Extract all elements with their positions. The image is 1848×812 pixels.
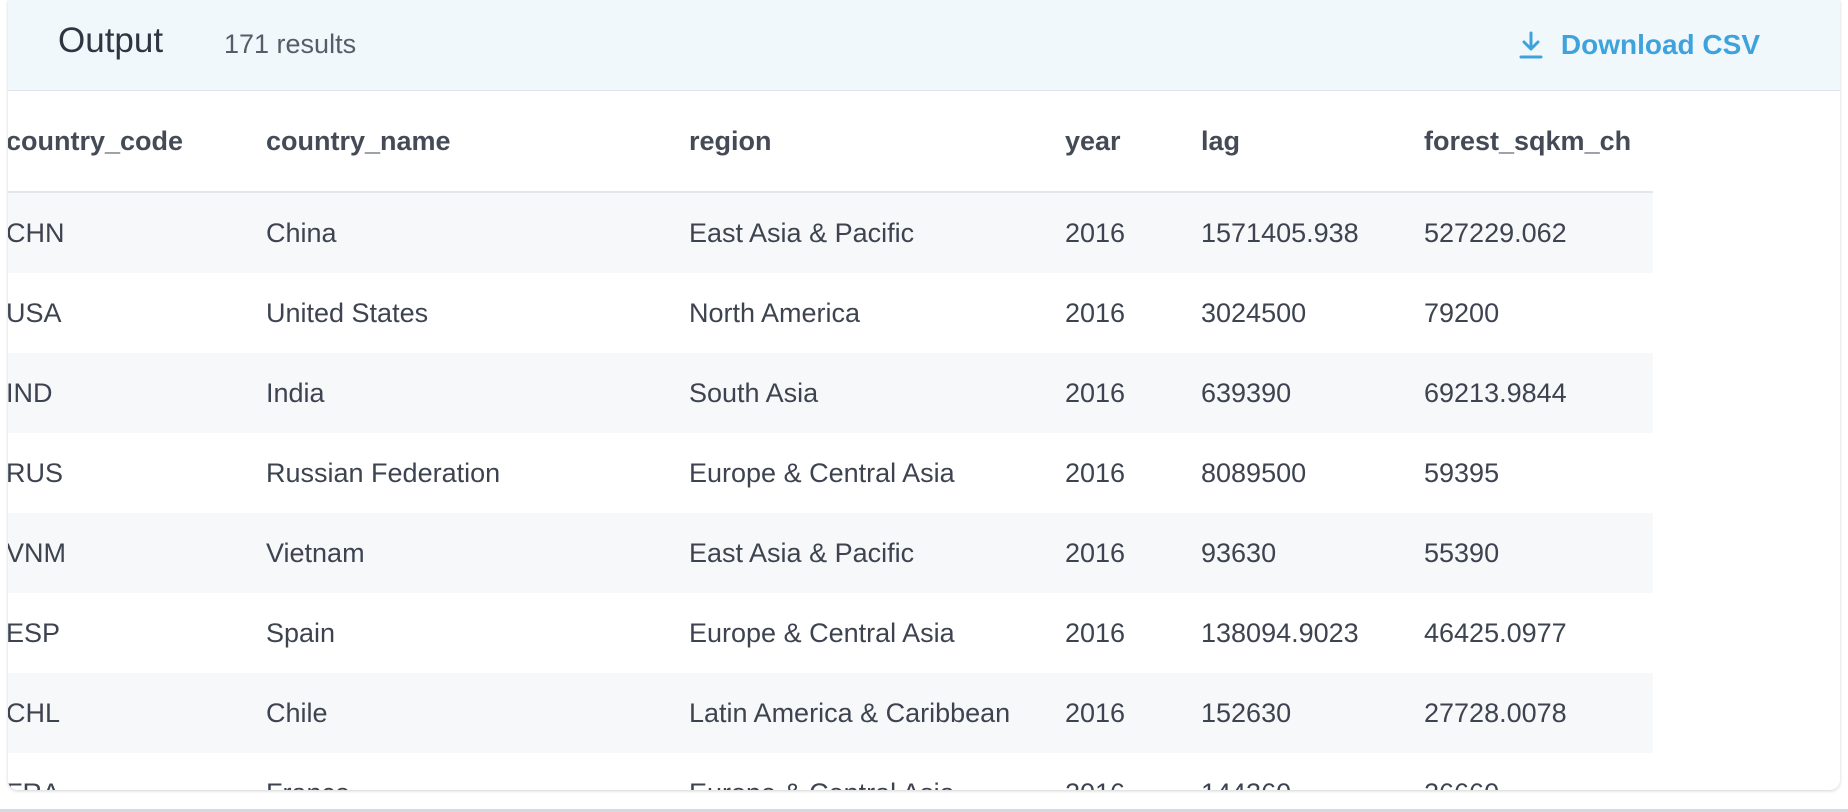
table-row: RUS Russian Federation Europe & Central … xyxy=(8,433,1653,513)
cell-forest-sqkm-change: 527229.062 xyxy=(1424,217,1567,248)
cell-forest-sqkm-change: 27728.0078 xyxy=(1424,697,1567,728)
cell-year: 2016 xyxy=(1065,457,1126,488)
cell-forest-sqkm-change: 46425.0977 xyxy=(1424,617,1567,648)
output-panel: Output 171 results Download CSV country_… xyxy=(8,0,1840,790)
results-table: country_code country_name region year la… xyxy=(8,91,1653,790)
table-row: ESP Spain Europe & Central Asia 2016 138… xyxy=(8,593,1653,673)
cell-country-code: ESP xyxy=(8,617,61,648)
cell-lag: 93630 xyxy=(1201,537,1277,568)
download-csv-label: Download CSV xyxy=(1560,29,1760,60)
output-header: Output 171 results Download CSV xyxy=(8,0,1840,91)
cell-country-code: USA xyxy=(8,297,62,328)
cell-country-code: CHL xyxy=(8,697,61,728)
table-row: CHN China East Asia & Pacific 2016 15714… xyxy=(8,192,1653,273)
table-row: USA United States North America 2016 302… xyxy=(8,273,1653,353)
cell-year: 2016 xyxy=(1065,297,1126,328)
download-icon xyxy=(1519,31,1543,59)
cell-country-name: Chile xyxy=(266,697,328,728)
cell-region: Latin America & Caribbean xyxy=(689,697,1011,728)
cell-country-name: Russian Federation xyxy=(266,457,501,488)
cell-year: 2016 xyxy=(1034,753,1170,791)
cell-forest-sqkm-change: 59395 xyxy=(1424,457,1500,488)
table-row: VNM Vietnam East Asia & Pacific 2016 936… xyxy=(8,513,1653,593)
cell-year: 2016 xyxy=(1065,217,1126,248)
cell-region: East Asia & Pacific xyxy=(689,217,915,248)
table-row: FRA France Europe & Central Asia 2016 14… xyxy=(8,753,1653,790)
cell-lag: 152630 xyxy=(1201,697,1292,728)
cell-country-name: France xyxy=(235,753,658,791)
cell-country-name: Spain xyxy=(266,617,336,648)
table-row: CHL Chile Latin America & Caribbean 2016… xyxy=(8,673,1653,753)
table-header-row: country_code country_name region year la… xyxy=(8,91,1653,193)
cell-country-code: RUS xyxy=(8,457,64,488)
cell-forest-sqkm-change: 55390 xyxy=(1424,537,1500,568)
column-header-year[interactable]: year xyxy=(1034,91,1170,193)
table-row: IND India South Asia 2016 639390 69213.9… xyxy=(8,353,1653,433)
cell-region: East Asia & Pacific xyxy=(689,537,915,568)
cell-region: Europe & Central Asia xyxy=(689,457,955,488)
result-count: 171 results xyxy=(224,29,357,59)
cell-country-code: IND xyxy=(8,377,53,408)
cell-country-code: CHN xyxy=(8,217,65,248)
cell-country-code: VNM xyxy=(8,537,66,568)
results-table-container[interactable]: country_code country_name region year la… xyxy=(8,91,1840,790)
cell-year: 2016 xyxy=(1065,697,1126,728)
cell-year: 2016 xyxy=(1065,377,1126,408)
column-header-region[interactable]: region xyxy=(658,91,1034,193)
cell-region: South Asia xyxy=(689,377,819,408)
output-title: Output xyxy=(58,21,164,60)
cell-country-name: United States xyxy=(266,297,429,328)
cell-country-code: FRA xyxy=(8,753,235,791)
cell-year: 2016 xyxy=(1065,537,1126,568)
column-header-lag[interactable]: lag xyxy=(1170,91,1393,193)
cell-lag: 1571405.938 xyxy=(1201,217,1359,248)
cell-region: North America xyxy=(689,297,861,328)
cell-lag: 144360 xyxy=(1170,753,1393,791)
column-header-forest-sqkm-change[interactable]: forest_sqkm_ch xyxy=(1393,91,1653,193)
column-header-country-code[interactable]: country_code xyxy=(8,91,235,193)
cell-region: Europe & Central Asia xyxy=(658,753,1034,791)
column-header-country-name[interactable]: country_name xyxy=(235,91,658,193)
cell-forest-sqkm-change: 69213.9844 xyxy=(1424,377,1567,408)
cell-lag: 639390 xyxy=(1201,377,1292,408)
cell-region: Europe & Central Asia xyxy=(689,617,955,648)
cell-lag: 8089500 xyxy=(1201,457,1307,488)
cell-lag: 3024500 xyxy=(1201,297,1307,328)
cell-country-name: India xyxy=(266,377,325,408)
cell-lag: 138094.9023 xyxy=(1201,617,1359,648)
cell-country-name: Vietnam xyxy=(266,537,365,568)
cell-forest-sqkm-change: 79200 xyxy=(1424,297,1500,328)
cell-country-name: China xyxy=(266,217,337,248)
download-csv-button[interactable]: Download CSV xyxy=(1517,27,1760,63)
cell-year: 2016 xyxy=(1065,617,1126,648)
cell-forest-sqkm-change: 26660 xyxy=(1393,753,1653,791)
